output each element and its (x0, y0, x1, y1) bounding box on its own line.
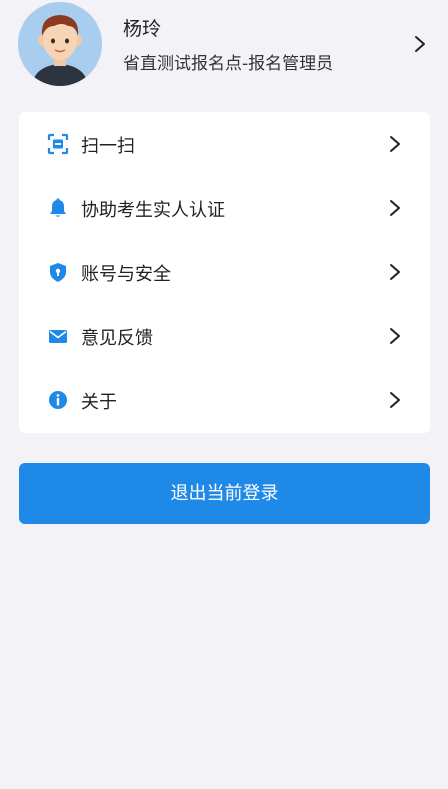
chevron-right-icon (390, 264, 400, 280)
shield-icon (50, 263, 66, 282)
menu-item-face-verification[interactable]: 协助考生实人认证 (19, 176, 430, 240)
chevron-right-icon (390, 328, 400, 344)
menu-item-account-security[interactable]: 账号与安全 (19, 240, 430, 304)
bell-icon (50, 198, 66, 217)
menu-item-label: 扫一扫 (81, 136, 135, 157)
user-name: 杨玲 (123, 18, 162, 40)
chevron-right-icon (390, 136, 400, 152)
menu-item-about[interactable]: 关于 (19, 368, 430, 432)
menu-item-label: 意见反馈 (81, 328, 153, 349)
chevron-right-icon (390, 392, 400, 408)
menu-item-label: 账号与安全 (81, 264, 171, 285)
chevron-right-icon (415, 36, 425, 52)
info-icon (49, 391, 67, 409)
scan-icon (47, 133, 69, 155)
menu-item-feedback[interactable]: 意见反馈 (19, 304, 430, 368)
avatar (18, 2, 102, 86)
chevron-right-icon (390, 200, 400, 216)
menu-item-label: 协助考生实人认证 (81, 200, 225, 221)
mail-icon (49, 330, 67, 343)
user-role: 省直测试报名点-报名管理员 (123, 54, 334, 74)
menu-item-scan[interactable]: 扫一扫 (19, 112, 430, 176)
logout-button[interactable]: 退出当前登录 (19, 463, 430, 524)
avatar-illustration (18, 2, 102, 86)
menu-item-label: 关于 (81, 392, 117, 413)
menu-card: 扫一扫 协助考生实人认证 账号与安全 意见反馈 关于 (19, 112, 430, 433)
profile-header[interactable]: 杨玲 省直测试报名点-报名管理员 (0, 0, 448, 92)
